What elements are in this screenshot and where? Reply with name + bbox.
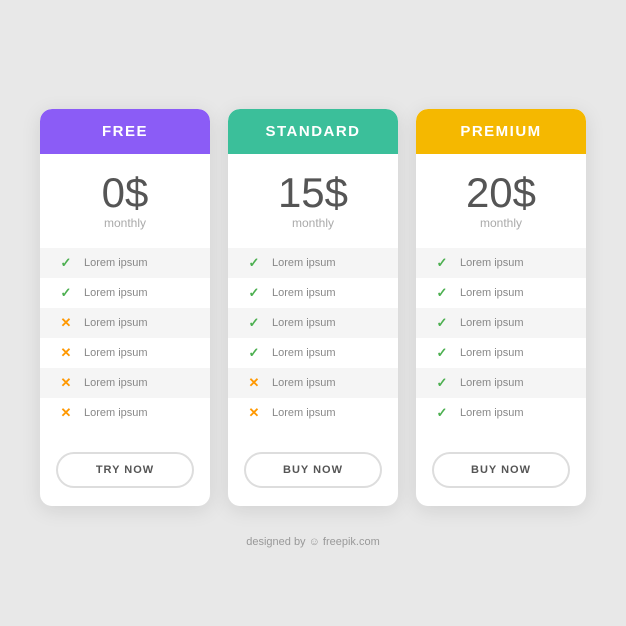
cta-button-free[interactable]: TRY NOW [56, 452, 194, 488]
feature-text: Lorem ipsum [460, 347, 524, 359]
features-list-free: ✓ Lorem ipsum ✓ Lorem ipsum ✕ Lorem ipsum ✕ Lor… [40, 240, 210, 436]
feature-text: Lorem ipsum [272, 317, 336, 329]
feature-row: ✕ Lorem ipsum [228, 398, 398, 428]
feature-row: ✓ Lorem ipsum [228, 278, 398, 308]
feature-text: Lorem ipsum [272, 407, 336, 419]
cta-button-premium[interactable]: BUY NOW [432, 452, 570, 488]
feature-text: Lorem ipsum [460, 317, 524, 329]
features-list-premium: ✓ Lorem ipsum ✓ Lorem ipsum ✓ Lorem ipsum ✓ Lor… [416, 240, 586, 436]
feature-text: Lorem ipsum [272, 377, 336, 389]
price-amount-premium: 20$ [416, 172, 586, 214]
feature-row: ✓ Lorem ipsum [40, 278, 210, 308]
card-footer-standard: BUY NOW [228, 436, 398, 506]
feature-text: Lorem ipsum [84, 407, 148, 419]
feature-text: Lorem ipsum [272, 287, 336, 299]
check-icon: ✓ [246, 255, 262, 271]
check-icon: ✓ [434, 255, 450, 271]
feature-row: ✓ Lorem ipsum [416, 338, 586, 368]
price-period-standard: monthly [228, 216, 398, 230]
check-icon: ✓ [434, 405, 450, 421]
features-list-standard: ✓ Lorem ipsum ✓ Lorem ipsum ✓ Lorem ipsum ✓ Lor… [228, 240, 398, 436]
check-icon: ✓ [434, 315, 450, 331]
price-amount-standard: 15$ [228, 172, 398, 214]
price-section-standard: 15$ monthly [228, 154, 398, 240]
cta-button-standard[interactable]: BUY NOW [244, 452, 382, 488]
feature-text: Lorem ipsum [84, 317, 148, 329]
check-icon: ✓ [58, 285, 74, 301]
feature-row: ✕ Lorem ipsum [228, 368, 398, 398]
footer-credit: designed by ☺ freepik.com [246, 536, 380, 558]
feature-row: ✓ Lorem ipsum [416, 398, 586, 428]
feature-row: ✕ Lorem ipsum [40, 398, 210, 428]
feature-row: ✓ Lorem ipsum [416, 368, 586, 398]
check-icon: ✓ [246, 285, 262, 301]
feature-text: Lorem ipsum [84, 257, 148, 269]
pricing-card-standard: STANDARD 15$ monthly ✓ Lorem ipsum ✓ Lorem ips… [228, 109, 398, 506]
check-icon: ✓ [58, 255, 74, 271]
price-period-premium: monthly [416, 216, 586, 230]
feature-text: Lorem ipsum [272, 257, 336, 269]
price-amount-free: 0$ [40, 172, 210, 214]
check-icon: ✓ [434, 375, 450, 391]
card-header-free: FREE [40, 109, 210, 154]
feature-row: ✓ Lorem ipsum [416, 248, 586, 278]
feature-text: Lorem ipsum [84, 287, 148, 299]
price-section-free: 0$ monthly [40, 154, 210, 240]
pricing-card-free: FREE 0$ monthly ✓ Lorem ipsum ✓ Lorem ipsum ✕ Lo… [40, 109, 210, 506]
check-icon: ✓ [246, 315, 262, 331]
cross-icon: ✕ [246, 375, 262, 391]
pricing-card-premium: PREMIUM 20$ monthly ✓ Lorem ipsum ✓ Lorem ipsu… [416, 109, 586, 506]
feature-row: ✕ Lorem ipsum [40, 338, 210, 368]
feature-text: Lorem ipsum [84, 377, 148, 389]
card-header-standard: STANDARD [228, 109, 398, 154]
feature-row: ✓ Lorem ipsum [228, 248, 398, 278]
cross-icon: ✕ [58, 375, 74, 391]
check-icon: ✓ [434, 285, 450, 301]
feature-text: Lorem ipsum [84, 347, 148, 359]
cross-icon: ✕ [58, 405, 74, 421]
card-footer-premium: BUY NOW [416, 436, 586, 506]
feature-text: Lorem ipsum [460, 407, 524, 419]
feature-row: ✕ Lorem ipsum [40, 308, 210, 338]
cross-icon: ✕ [246, 405, 262, 421]
feature-row: ✕ Lorem ipsum [40, 368, 210, 398]
feature-row: ✓ Lorem ipsum [416, 278, 586, 308]
feature-text: Lorem ipsum [460, 377, 524, 389]
feature-text: Lorem ipsum [460, 257, 524, 269]
card-footer-free: TRY NOW [40, 436, 210, 506]
feature-row: ✓ Lorem ipsum [228, 338, 398, 368]
feature-text: Lorem ipsum [272, 347, 336, 359]
card-header-premium: PREMIUM [416, 109, 586, 154]
check-icon: ✓ [246, 345, 262, 361]
feature-row: ✓ Lorem ipsum [416, 308, 586, 338]
check-icon: ✓ [434, 345, 450, 361]
cross-icon: ✕ [58, 345, 74, 361]
price-period-free: monthly [40, 216, 210, 230]
pricing-container: FREE 0$ monthly ✓ Lorem ipsum ✓ Lorem ipsum ✕ Lo… [10, 69, 616, 526]
feature-row: ✓ Lorem ipsum [228, 308, 398, 338]
cross-icon: ✕ [58, 315, 74, 331]
feature-row: ✓ Lorem ipsum [40, 248, 210, 278]
price-section-premium: 20$ monthly [416, 154, 586, 240]
feature-text: Lorem ipsum [460, 287, 524, 299]
